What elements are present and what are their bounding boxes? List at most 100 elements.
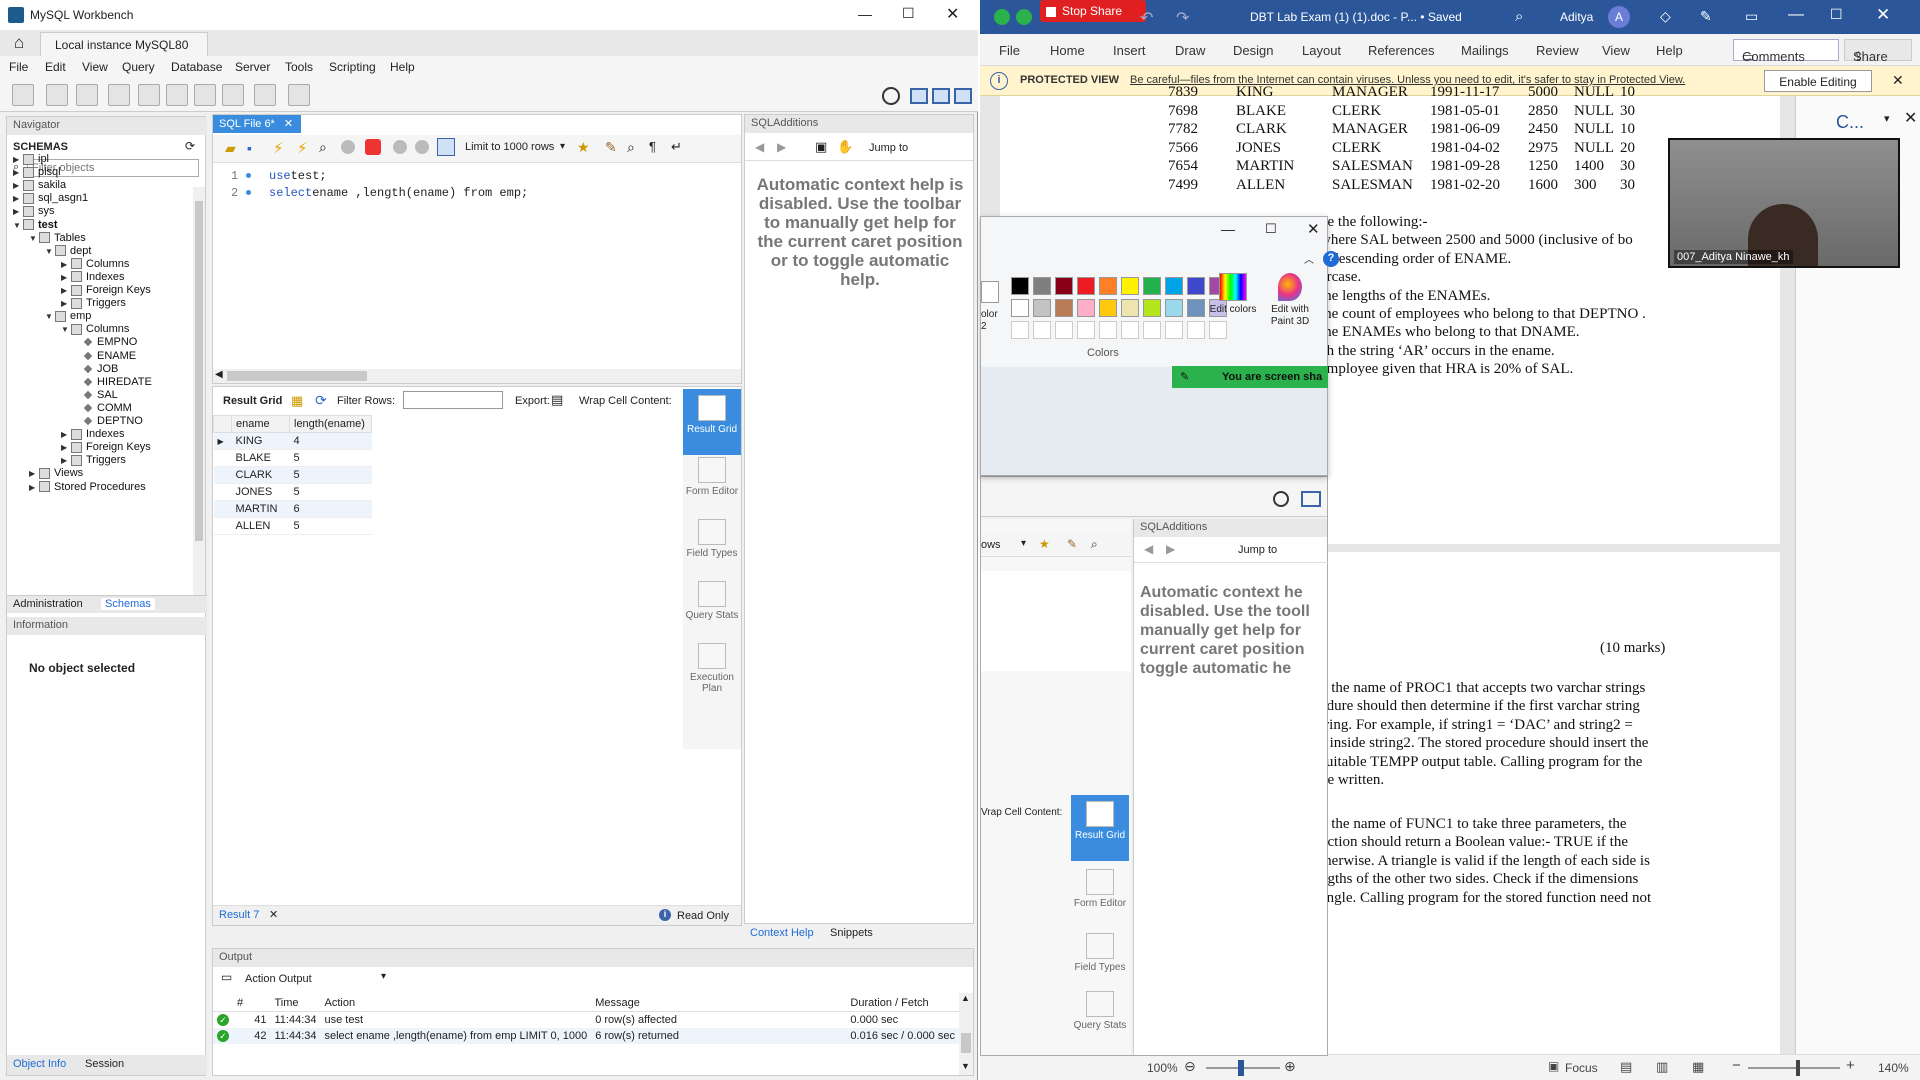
ghost-jump-to[interactable]: Jump to <box>1238 544 1277 556</box>
filter-rows-input[interactable] <box>403 391 503 409</box>
menu-edit[interactable]: Edit <box>45 60 66 74</box>
tab-review[interactable]: Review <box>1536 43 1579 58</box>
table-row[interactable]: CLARK 5 <box>213 466 372 484</box>
diamond-icon[interactable]: ◇ <box>1660 8 1671 25</box>
beautify-icon[interactable]: ✎ <box>605 139 617 156</box>
stop-share-button[interactable]: Stop Share <box>1040 0 1146 22</box>
edit-with-paint3d-button[interactable]: Edit with Paint 3D <box>1263 273 1317 328</box>
expand-arrow-icon[interactable]: ▶ <box>13 168 23 177</box>
expand-arrow-icon[interactable]: ▼ <box>45 247 55 256</box>
schema-tree-item[interactable]: ▼ Tables <box>29 232 86 244</box>
collapse-ribbon-icon[interactable]: ︿ <box>1304 251 1314 266</box>
chevron-down-icon[interactable]: ▾ <box>1884 112 1890 125</box>
empty-color-swatch[interactable] <box>1077 321 1095 339</box>
export-icon[interactable]: ▤ <box>551 392 563 408</box>
empty-color-swatch[interactable] <box>1143 321 1161 339</box>
close-pane-icon[interactable]: ✕ <box>1904 108 1917 128</box>
zoom-green-icon[interactable] <box>994 9 1010 25</box>
schema-tree-item[interactable]: ▶ sql_asgn1 <box>13 192 88 204</box>
output-scrollbar[interactable]: ▲ ▼ <box>959 993 973 1075</box>
empty-color-swatch[interactable] <box>1209 321 1227 339</box>
pen-icon[interactable]: ✎ <box>1700 8 1712 25</box>
color-swatch[interactable] <box>1143 299 1161 317</box>
grid-cell[interactable]: 5 <box>289 483 372 501</box>
empty-color-swatch[interactable] <box>1165 321 1183 339</box>
schema-tree-item[interactable]: ▼ dept <box>45 245 91 257</box>
color-swatch[interactable] <box>1033 277 1051 295</box>
menu-query[interactable]: Query <box>122 60 155 74</box>
edit-colors-button[interactable]: Edit colors <box>1209 273 1257 316</box>
expand-arrow-icon[interactable]: ▼ <box>13 221 23 230</box>
result-grid[interactable]: ename length(ename) ▶ KING 4 BLAKE 5 CLARK 5 JON… <box>213 415 372 535</box>
toggle-secondary-sidebar-icon[interactable] <box>954 88 972 104</box>
expand-arrow-icon[interactable]: ▶ <box>61 260 71 269</box>
output-column-header[interactable]: Action <box>321 995 592 1012</box>
zoom-slider-thumb[interactable] <box>1238 1060 1244 1076</box>
ghost-brush-icon[interactable]: ✎ <box>1067 537 1077 551</box>
grid-cell[interactable]: BLAKE <box>231 449 290 467</box>
expand-arrow-icon[interactable]: ▶ <box>61 430 71 439</box>
focus-button[interactable]: Focus <box>1565 1061 1598 1075</box>
color-swatch[interactable] <box>1033 299 1051 317</box>
execution-plan-button[interactable]: Execution Plan <box>683 637 741 695</box>
paint-minimize-icon[interactable]: — <box>1221 221 1235 237</box>
ribbon-display-icon[interactable]: ▭ <box>1745 8 1758 25</box>
tab-administration[interactable]: Administration <box>13 598 83 610</box>
ghost-query-stats-button[interactable]: Query Stats <box>1071 991 1129 1031</box>
tab-draw[interactable]: Draw <box>1175 43 1205 58</box>
action-output-select[interactable]: Action Output <box>245 973 312 985</box>
grid-cell[interactable]: ALLEN <box>231 517 290 535</box>
schema-tree-item[interactable]: ▶ ipl <box>13 153 49 165</box>
menu-server[interactable]: Server <box>235 60 270 74</box>
schema-tree-item[interactable]: SAL <box>83 389 118 401</box>
grid-cell[interactable]: 6 <box>289 500 372 518</box>
tree-scroll-thumb[interactable] <box>195 201 203 541</box>
jump-to-label[interactable]: Jump to <box>869 142 908 154</box>
scroll-left-icon[interactable]: ◀ <box>215 369 223 380</box>
focus-icon[interactable]: ▣ <box>1548 1059 1559 1073</box>
empty-color-swatch[interactable] <box>1033 321 1051 339</box>
share-button[interactable]: ⇪ Share <box>1844 39 1912 64</box>
color-swatch[interactable] <box>1055 277 1073 295</box>
row-selector[interactable]: ▶ <box>213 432 232 450</box>
scroll-down-icon[interactable]: ▼ <box>961 1061 970 1071</box>
table-row[interactable]: ALLEN 5 <box>213 517 372 535</box>
color2-swatch[interactable] <box>981 281 999 303</box>
redo-icon[interactable]: ↷ <box>1176 8 1189 28</box>
ghost-star-icon[interactable]: ★ <box>1039 537 1050 551</box>
grid-cell[interactable]: 4 <box>289 432 372 450</box>
ghost-layout-icon[interactable] <box>1301 491 1321 507</box>
output-column-header[interactable]: # <box>233 995 270 1012</box>
sql-file-tab[interactable]: SQL File 6* ✕ <box>213 115 301 133</box>
output-column-header[interactable]: Duration / Fetch <box>846 995 959 1012</box>
schema-tree-item[interactable]: ▶ Foreign Keys <box>61 441 151 453</box>
color-swatch[interactable] <box>1143 277 1161 295</box>
empty-color-swatch[interactable] <box>1011 321 1029 339</box>
result-grid-button[interactable]: Result Grid <box>683 389 741 455</box>
schema-tree-item[interactable]: ▶ Triggers <box>61 297 126 309</box>
grid-cell[interactable]: MARTIN <box>231 500 290 518</box>
editor-hscrollbar[interactable]: ◀ <box>213 369 741 383</box>
expand-arrow-icon[interactable]: ▶ <box>29 483 39 492</box>
schema-tree-item[interactable]: ▶ Triggers <box>61 454 126 466</box>
row-selector[interactable] <box>213 466 232 484</box>
form-editor-button[interactable]: Form Editor <box>683 451 741 509</box>
grid-cell[interactable]: JONES <box>231 483 290 501</box>
row-selector[interactable] <box>213 449 232 467</box>
color-swatch[interactable] <box>1099 299 1117 317</box>
toggle-sidebar-icon[interactable] <box>910 88 928 104</box>
enable-editing-button[interactable]: Enable Editing <box>1764 70 1872 92</box>
empty-color-swatch[interactable] <box>1187 321 1205 339</box>
table-row[interactable]: JONES 5 <box>213 483 372 501</box>
tab-snippets[interactable]: Snippets <box>830 927 873 939</box>
menu-file[interactable]: File <box>9 60 28 74</box>
expand-arrow-icon[interactable]: ▶ <box>61 273 71 282</box>
find-icon[interactable]: ⌕ <box>627 139 635 156</box>
menu-database[interactable]: Database <box>171 60 222 74</box>
schema-tree-item[interactable]: ▶ Columns <box>61 258 129 270</box>
manual-help-icon[interactable]: ▣ <box>815 139 827 155</box>
scroll-up-icon[interactable]: ▲ <box>961 993 970 1003</box>
output-column-header[interactable]: Message <box>591 995 846 1012</box>
wb-maximize-icon[interactable]: ☐ <box>902 5 915 22</box>
action-output-dropdown-icon[interactable]: ▾ <box>381 971 386 982</box>
